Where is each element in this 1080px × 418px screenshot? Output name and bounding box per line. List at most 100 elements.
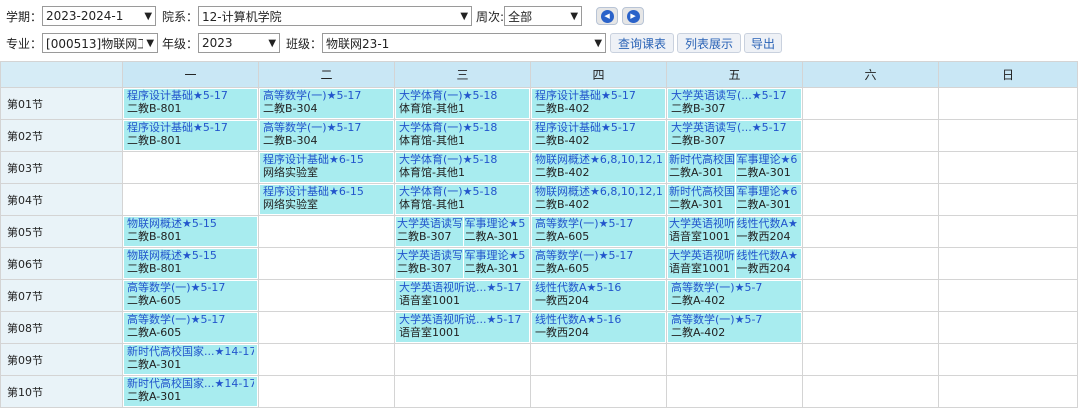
course-block[interactable]: 新时代高校国家...二教A-301	[668, 185, 735, 214]
course-block[interactable]: 新时代高校国家...★14-17 二教A-301	[124, 345, 257, 374]
course-block[interactable]: 大学英语读写(...★5-17 二教B-307	[668, 89, 801, 118]
course-block[interactable]: 程序设计基础★6-15 网络实验室	[260, 185, 393, 214]
course-block[interactable]: 程序设计基础★5-17 二教B-402	[532, 121, 665, 150]
course-block[interactable]: 大学体育(一)★5-18 体育馆-其他1	[396, 121, 529, 150]
course-name[interactable]: 军事理论★5	[465, 249, 529, 262]
timetable-header: 一 二 三 四 五 六 日	[0, 61, 1078, 88]
course-name[interactable]: 程序设计基础★5-17	[127, 89, 254, 102]
export-button[interactable]: 导出	[744, 33, 783, 53]
course-block[interactable]: 大学体育(一)★5-18 体育馆-其他1	[396, 89, 529, 118]
course-name[interactable]: 大学英语视听说...	[669, 249, 734, 262]
course-name[interactable]: 程序设计基础★5-17	[535, 121, 662, 134]
course-block[interactable]: 高等数学(一)★5-17 二教A-605	[124, 313, 257, 342]
course-name[interactable]: 高等数学(一)★5-17	[127, 281, 254, 294]
week-select[interactable]: 全部 ▼	[504, 6, 583, 26]
course-block[interactable]: 物联网概述★5-15 二教B-801	[124, 249, 257, 278]
course-block[interactable]: 程序设计基础★5-17 二教B-801	[124, 121, 257, 150]
course-name[interactable]: 线性代数A★5-16	[535, 313, 662, 326]
course-name[interactable]: 大学体育(一)★5-18	[399, 153, 526, 166]
list-view-button[interactable]: 列表展示	[677, 33, 742, 53]
course-block[interactable]: 大学英语视听说...★5-17 语音室1001	[396, 281, 529, 310]
course-name[interactable]: 高等数学(一)★5-17	[263, 121, 390, 134]
course-name[interactable]: 线性代数A★	[737, 217, 801, 230]
course-name[interactable]: 大学英语视听说...★5-17	[399, 281, 526, 294]
course-block[interactable]: 大学英语读写(...★5-17 二教B-307	[668, 121, 801, 150]
major-label: 专业：	[6, 36, 43, 51]
course-name[interactable]: 大学体育(一)★5-18	[399, 185, 526, 198]
next-week-button[interactable]: ▶	[622, 7, 645, 25]
course-block[interactable]: 大学英语视听说...★5-17 语音室1001	[396, 313, 529, 342]
course-block[interactable]: 高等数学(一)★5-7 二教A-402	[668, 281, 801, 310]
course-block[interactable]: 大学体育(一)★5-18 体育馆-其他1	[396, 153, 529, 182]
course-block[interactable]: 大学英语视听说...语音室1001	[668, 249, 735, 278]
course-room: 二教A-605	[535, 262, 590, 275]
course-block[interactable]: 线性代数A★ 一教西204	[734, 217, 801, 246]
course-name[interactable]: 高等数学(一)★5-7	[671, 313, 798, 326]
course-name[interactable]: 新时代高校国家...★14-17	[127, 377, 254, 390]
course-name[interactable]: 程序设计基础★5-17	[127, 121, 254, 134]
course-name[interactable]: 大学英语读写(...★5-17	[671, 89, 798, 102]
course-block[interactable]: 高等数学(一)★5-17 二教A-605	[124, 281, 257, 310]
course-block[interactable]: 程序设计基础★5-17 二教B-801	[124, 89, 257, 118]
course-name[interactable]: 新时代高校国家...	[669, 153, 734, 166]
course-name[interactable]: 物联网概述★5-15	[127, 217, 254, 230]
course-name[interactable]: 新时代高校国家...	[669, 185, 734, 198]
major-select[interactable]: [000513]物联网工 ▼	[42, 33, 159, 53]
course-name[interactable]: 程序设计基础★6-15	[263, 153, 390, 166]
timetable-cell: 大学英语视听说...语音室1001线性代数A★一教西204	[666, 215, 803, 248]
course-name[interactable]: 高等数学(一)★5-17	[535, 249, 662, 262]
course-name[interactable]: 大学英语视听说...	[669, 217, 734, 230]
course-name[interactable]: 大学英语读写(...★5-17	[671, 121, 798, 134]
query-timetable-button[interactable]: 查询课表	[610, 33, 675, 53]
course-block[interactable]: 物联网概述★6,8,10,12,14 二教B-402	[532, 153, 665, 182]
term-select[interactable]: 2023-2024-1 ▼	[42, 6, 157, 26]
course-name[interactable]: 高等数学(一)★5-17	[535, 217, 662, 230]
course-block[interactable]: 程序设计基础★6-15 网络实验室	[260, 153, 393, 182]
course-block[interactable]: 线性代数A★ 一教西204	[734, 249, 801, 278]
course-name[interactable]: 大学体育(一)★5-18	[399, 89, 526, 102]
course-name[interactable]: 军事理论★5	[465, 217, 529, 230]
course-name[interactable]: 军事理论★6	[737, 153, 801, 166]
course-block[interactable]: 物联网概述★6,8,10,12,14 二教B-402	[532, 185, 665, 214]
prev-week-button[interactable]: ◀	[596, 7, 619, 25]
course-name[interactable]: 物联网概述★6,8,10,12,14	[535, 153, 662, 166]
course-block[interactable]: 线性代数A★5-16 一教西204	[532, 313, 665, 342]
course-name[interactable]: 新时代高校国家...★14-17	[127, 345, 254, 358]
course-block[interactable]: 高等数学(一)★5-7 二教A-402	[668, 313, 801, 342]
course-name[interactable]: 高等数学(一)★5-17	[127, 313, 254, 326]
course-block[interactable]: 线性代数A★5-16 一教西204	[532, 281, 665, 310]
course-name[interactable]: 线性代数A★5-16	[535, 281, 662, 294]
class-select[interactable]: 物联网23-1 ▼	[322, 33, 607, 53]
course-block[interactable]: 程序设计基础★5-17 二教B-402	[532, 89, 665, 118]
course-block[interactable]: 军事理论★6 二教A-301	[734, 185, 801, 214]
course-block[interactable]: 大学英语读写(...二教B-307	[396, 249, 463, 278]
course-block[interactable]: 军事理论★5 二教A-301	[462, 249, 529, 278]
grade-select[interactable]: 2023 ▼	[198, 33, 281, 53]
course-name[interactable]: 物联网概述★5-15	[127, 249, 254, 262]
timetable-cell	[938, 215, 1078, 248]
course-name[interactable]: 大学英语读写(...	[397, 217, 462, 230]
course-block[interactable]: 高等数学(一)★5-17 二教A-605	[532, 217, 665, 246]
course-name[interactable]: 大学英语视听说...★5-17	[399, 313, 526, 326]
course-name[interactable]: 程序设计基础★6-15	[263, 185, 390, 198]
course-block[interactable]: 大学英语视听说...语音室1001	[668, 217, 735, 246]
course-name[interactable]: 线性代数A★	[737, 249, 801, 262]
course-block[interactable]: 高等数学(一)★5-17 二教B-304	[260, 121, 393, 150]
dept-select[interactable]: 12-计算机学院 ▼	[198, 6, 473, 26]
course-block[interactable]: 新时代高校国家...★14-17 二教A-301	[124, 377, 257, 406]
course-name[interactable]: 物联网概述★6,8,10,12,14	[535, 185, 662, 198]
course-name[interactable]: 军事理论★6	[737, 185, 801, 198]
course-block[interactable]: 新时代高校国家...二教A-301	[668, 153, 735, 182]
course-name[interactable]: 高等数学(一)★5-7	[671, 281, 798, 294]
course-block[interactable]: 高等数学(一)★5-17 二教A-605	[532, 249, 665, 278]
course-name[interactable]: 高等数学(一)★5-17	[263, 89, 390, 102]
course-block[interactable]: 军事理论★5 二教A-301	[462, 217, 529, 246]
course-block[interactable]: 军事理论★6 二教A-301	[734, 153, 801, 182]
course-block[interactable]: 高等数学(一)★5-17 二教B-304	[260, 89, 393, 118]
course-name[interactable]: 程序设计基础★5-17	[535, 89, 662, 102]
course-block[interactable]: 物联网概述★5-15 二教B-801	[124, 217, 257, 246]
course-name[interactable]: 大学英语读写(...	[397, 249, 462, 262]
course-block[interactable]: 大学体育(一)★5-18 体育馆-其他1	[396, 185, 529, 214]
course-name[interactable]: 大学体育(一)★5-18	[399, 121, 526, 134]
course-block[interactable]: 大学英语读写(...二教B-307	[396, 217, 463, 246]
